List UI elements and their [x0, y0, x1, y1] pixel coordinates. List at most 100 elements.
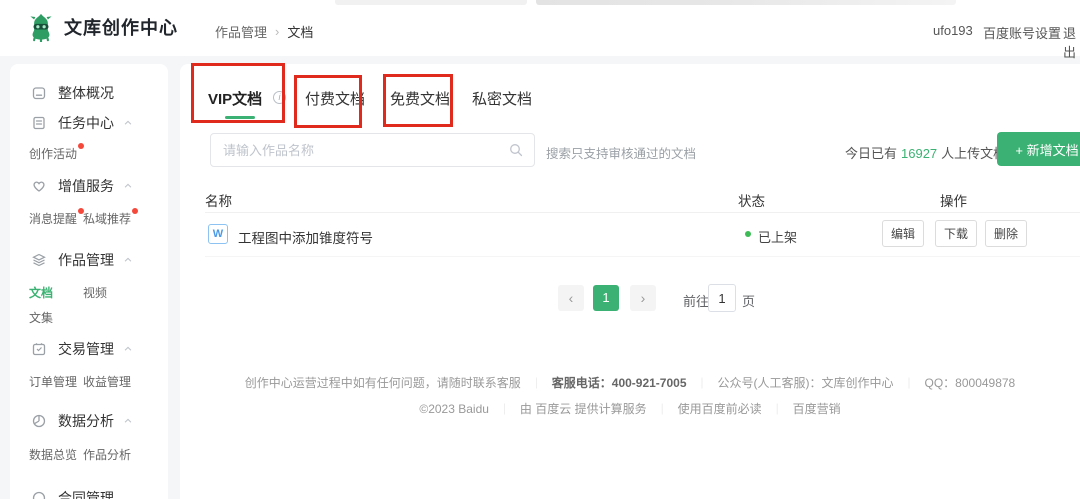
prev-page-button[interactable]: ‹: [558, 285, 584, 311]
sidebar-group-contracts[interactable]: 合同管理: [10, 488, 168, 499]
footer-separator: ｜: [697, 375, 708, 391]
sidebar-item-collections[interactable]: 文集: [29, 308, 53, 328]
sidebar-item-private-recommend[interactable]: 私域推荐: [83, 209, 138, 229]
current-page-button[interactable]: 1: [593, 285, 619, 311]
footer-separator: ｜: [531, 375, 542, 391]
sidebar-group-label: 交易管理: [58, 339, 114, 359]
download-button[interactable]: 下载: [935, 220, 977, 247]
info-icon[interactable]: i: [273, 91, 286, 104]
column-header-status: 状态: [738, 190, 765, 210]
column-header-name: 名称: [205, 190, 232, 210]
sidebar-item-message-reminder[interactable]: 消息提醒: [29, 209, 84, 229]
goto-page-input[interactable]: [708, 284, 736, 312]
footer-copyright: ©2023 Baidu: [419, 402, 489, 416]
chevron-up-icon[interactable]: [123, 255, 133, 265]
sidebar-subrow: 创作活动: [10, 144, 168, 164]
sidebar-item-earnings[interactable]: 收益管理: [83, 372, 131, 392]
goto-page-label: 前往: [683, 291, 709, 310]
footer-separator: ｜: [499, 401, 510, 417]
footer-read-first-link[interactable]: 使用百度前必读: [678, 400, 762, 417]
heart-icon: [31, 178, 47, 194]
sidebar-group-label: 增值服务: [58, 176, 114, 196]
sidebar-group-label: 作品管理: [58, 250, 114, 270]
sidebar-group-value-added[interactable]: 增值服务: [10, 176, 168, 196]
status-badge: 已上架: [758, 227, 797, 246]
app-title: 文库创作中心: [64, 14, 178, 40]
chevron-up-icon[interactable]: [123, 416, 133, 426]
table-header-divider: [205, 212, 1080, 213]
task-center-icon: [31, 115, 47, 131]
sidebar-item-works-analysis[interactable]: 作品分析: [83, 445, 131, 465]
status-dot: [745, 231, 751, 237]
sidebar-subrow: 订单管理 收益管理: [10, 372, 168, 392]
logout-link[interactable]: 退出: [1063, 23, 1080, 61]
tab-vip-docs[interactable]: VIP文档: [208, 91, 262, 109]
footer-phone: 客服电话：400-921-7005: [552, 374, 687, 391]
search-box: [210, 133, 535, 167]
word-doc-icon: W: [208, 224, 228, 244]
chevron-up-icon[interactable]: [123, 181, 133, 191]
sidebar-group-analytics[interactable]: 数据分析: [10, 411, 168, 431]
browser-edge-artifact: [536, 0, 956, 5]
active-tab-underline: [225, 116, 255, 119]
chevron-up-icon[interactable]: [123, 344, 133, 354]
sidebar-item-orders[interactable]: 订单管理: [29, 372, 77, 392]
sidebar-item-documents-active[interactable]: 文档: [29, 283, 53, 303]
footer-separator: ｜: [772, 401, 783, 417]
breadcrumb: 作品管理 › 文档: [215, 22, 313, 41]
footer-copyright-line: ©2023 Baidu ｜ 由 百度云 提供计算服务 ｜ 使用百度前必读 ｜ 百…: [180, 400, 1080, 417]
sidebar-item-videos[interactable]: 视频: [83, 283, 107, 303]
search-icon[interactable]: [508, 142, 524, 158]
new-document-button[interactable]: + 新增文档: [997, 132, 1080, 166]
footer-separator: ｜: [904, 375, 915, 391]
contract-icon: [31, 490, 47, 499]
sidebar-group-trade[interactable]: 交易管理: [10, 339, 168, 359]
delete-button[interactable]: 删除: [985, 220, 1027, 247]
footer-marketing-link[interactable]: 百度营销: [793, 400, 841, 417]
account-settings-link[interactable]: 百度账号设置: [983, 23, 1061, 42]
username-link[interactable]: ufo193: [933, 23, 973, 38]
top-header: 文库创作中心 作品管理 › 文档 ufo193 百度账号设置 退出: [0, 0, 1080, 56]
edit-button[interactable]: 编辑: [882, 220, 924, 247]
search-input[interactable]: [210, 133, 535, 167]
sidebar-item-label: 整体概况: [58, 83, 114, 103]
sidebar-item-data-overview[interactable]: 数据总览: [29, 445, 77, 465]
sidebar-subrow: 文集: [10, 308, 168, 328]
footer-cloud: 由 百度云 提供计算服务: [520, 400, 647, 417]
sidebar-group-label: 任务中心: [58, 113, 114, 133]
chevron-up-icon[interactable]: [123, 118, 133, 128]
search-hint-text: 搜索只支持审核通过的文档: [546, 143, 696, 162]
sidebar-subrow: 消息提醒 私域推荐: [10, 209, 168, 229]
breadcrumb-separator: ›: [275, 24, 279, 39]
sidebar-item-creation-activity[interactable]: 创作活动: [29, 144, 84, 164]
main-content: VIP文档 i 付费文档 免费文档 私密文档 搜索只支持审核通过的文档 今日已有…: [180, 64, 1080, 499]
sidebar-group-works[interactable]: 作品管理: [10, 250, 168, 270]
sidebar-subrow: 文档 视频: [10, 283, 168, 303]
document-title[interactable]: 工程图中添加锥度符号: [238, 227, 373, 247]
layers-icon: [31, 252, 47, 268]
notification-dot: [132, 208, 138, 214]
next-page-button[interactable]: ›: [630, 285, 656, 311]
pie-chart-icon: [31, 413, 47, 429]
footer-wechat: 公众号(人工客服)：文库创作中心: [718, 374, 894, 391]
tab-private-docs[interactable]: 私密文档: [472, 91, 532, 109]
tab-paid-docs[interactable]: 付费文档: [305, 91, 365, 109]
goto-page-suffix: 页: [742, 291, 755, 310]
sidebar-group-label: 合同管理: [58, 488, 114, 499]
table-row-divider: [205, 256, 1080, 257]
sidebar-subrow: 数据总览 作品分析: [10, 445, 168, 465]
app-logo[interactable]: 文库创作中心: [26, 12, 178, 42]
sidebar-group-tasks[interactable]: 任务中心: [10, 113, 168, 133]
upload-stat: 今日已有16927人上传文档: [845, 143, 1006, 162]
squid-mascot-icon: [26, 12, 56, 42]
sidebar-group-label: 数据分析: [58, 411, 114, 431]
breadcrumb-parent[interactable]: 作品管理: [215, 22, 267, 41]
breadcrumb-current: 文档: [287, 22, 313, 41]
overview-icon: [31, 85, 47, 101]
footer-support-text: 创作中心运营过程中如有任何问题，请随时联系客服: [245, 374, 521, 391]
tab-free-docs[interactable]: 免费文档: [390, 91, 450, 109]
footer-qq: QQ：800049878: [925, 374, 1016, 391]
footer-separator: ｜: [657, 401, 668, 417]
sidebar-item-overview[interactable]: 整体概况: [10, 83, 168, 103]
column-header-actions: 操作: [940, 190, 967, 210]
